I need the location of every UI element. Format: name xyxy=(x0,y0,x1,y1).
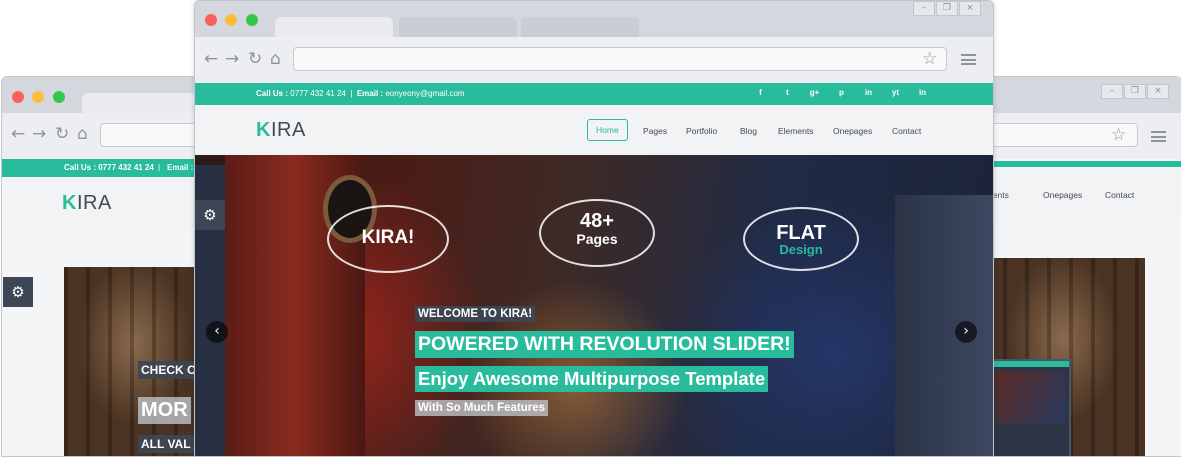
window-titlebar xyxy=(2,77,202,113)
slider-next-arrow[interactable]: › xyxy=(955,321,977,343)
caption-powered: POWERED WITH REVOLUTION SLIDER! xyxy=(415,331,794,358)
call-label: Call Us : xyxy=(256,89,289,98)
nav-onepages[interactable]: Onepages xyxy=(1043,190,1082,200)
tablet-mockup xyxy=(989,359,1071,456)
youtube-icon[interactable]: yt xyxy=(882,83,909,103)
star-icon[interactable]: ☆ xyxy=(1111,125,1126,145)
menu-icon[interactable] xyxy=(961,54,976,65)
forward-arrow-icon[interactable]: → xyxy=(225,49,239,69)
twitter-icon[interactable]: t xyxy=(774,83,801,103)
restore-button[interactable]: ❐ xyxy=(1124,84,1146,99)
minimize-dot[interactable] xyxy=(32,91,44,103)
caption-check: CHECK O xyxy=(138,361,200,379)
caption-welcome: WELCOME TO KIRA! xyxy=(415,306,536,322)
home-icon[interactable]: ⌂ xyxy=(77,124,88,144)
browser-window-right: – ❐ × ☆ ements Onepages Contact xyxy=(980,76,1181,457)
phone-number: 0777 432 41 24 xyxy=(290,89,346,98)
browser-tab-2[interactable] xyxy=(399,17,517,37)
email-address: eonyeony@gmail.com xyxy=(385,89,465,98)
minimize-button[interactable]: – xyxy=(1101,84,1123,99)
site-header: KIRA Home Pages Portfolio Blog Elements … xyxy=(195,105,993,155)
instagram-icon[interactable]: in xyxy=(855,83,882,103)
slider-prev-arrow[interactable]: ‹ xyxy=(206,321,228,343)
site-logo[interactable]: KIRA xyxy=(62,192,112,215)
caption-enjoy: Enjoy Awesome Multipurpose Template xyxy=(415,366,769,392)
google-plus-icon[interactable]: g+ xyxy=(801,83,828,103)
window-titlebar: – ❐ × xyxy=(195,1,993,37)
nav-blog[interactable]: Blog xyxy=(740,126,757,136)
close-button[interactable]: × xyxy=(959,1,981,16)
facebook-icon[interactable]: f xyxy=(747,83,774,103)
nav-contact[interactable]: Contact xyxy=(1105,190,1134,200)
settings-gear-icon[interactable]: ⚙ xyxy=(3,277,33,307)
browser-window-left: ← → ↻ ⌂ Call Us : 0777 432 41 24 | Email… xyxy=(1,76,203,457)
social-links: f t g+ p in yt in xyxy=(747,83,936,103)
maximize-dot[interactable] xyxy=(53,91,65,103)
slider-lockers xyxy=(895,195,993,456)
site-logo[interactable]: KIRA xyxy=(256,119,306,142)
back-arrow-icon[interactable]: ← xyxy=(11,124,25,144)
nav-elements[interactable]: Elements xyxy=(778,126,813,136)
nav-portfolio[interactable]: Portfolio xyxy=(686,126,717,136)
topbar-separator: | xyxy=(350,89,353,98)
site-header: ements Onepages Contact xyxy=(981,167,1181,219)
url-bar[interactable] xyxy=(293,47,947,71)
window-titlebar: – ❐ × xyxy=(981,77,1181,113)
call-text: Call Us : 0777 432 41 24 xyxy=(64,163,154,172)
topbar-separator: | xyxy=(158,163,161,172)
linkedin-icon[interactable]: in xyxy=(909,83,936,103)
star-icon[interactable]: ☆ xyxy=(922,49,937,69)
browser-tab-3[interactable] xyxy=(521,17,639,37)
home-icon[interactable]: ⌂ xyxy=(270,49,281,69)
hero-slider: ⚙ KIRA! 48+ Pages FLAT Design WELCOME TO… xyxy=(195,155,993,456)
toolbar: ← → ↻ ⌂ xyxy=(2,113,202,159)
contact-info: Call Us : 0777 432 41 24 | Email : eonye… xyxy=(256,83,465,105)
browser-tab-active[interactable] xyxy=(275,17,393,37)
restore-button[interactable]: ❐ xyxy=(936,1,958,16)
caption-all: ALL VAL xyxy=(138,435,194,453)
bubble-flat: FLAT Design xyxy=(743,207,859,271)
nav-home[interactable]: Home xyxy=(587,119,628,141)
bubble-pages: 48+ Pages xyxy=(539,199,655,267)
pinterest-icon[interactable]: p xyxy=(828,83,855,103)
maximize-dot[interactable] xyxy=(246,14,258,26)
site-header: KIRA xyxy=(2,177,202,229)
menu-icon[interactable] xyxy=(1151,131,1166,142)
settings-gear-icon[interactable]: ⚙ xyxy=(195,200,225,230)
forward-arrow-icon[interactable]: → xyxy=(32,124,46,144)
reload-icon[interactable]: ↻ xyxy=(55,124,69,144)
reload-icon[interactable]: ↻ xyxy=(248,49,262,69)
url-bar[interactable] xyxy=(100,123,202,147)
nav-pages[interactable]: Pages xyxy=(643,126,667,136)
browser-tab[interactable] xyxy=(82,93,202,113)
browser-window-main: – ❐ × ← → ↻ ⌂ ☆ Call Us : 0777 432 41 24… xyxy=(194,0,994,457)
caption-features: With So Much Features xyxy=(415,400,549,416)
site-topbar: Call Us : 0777 432 41 24 | Email : e xyxy=(2,159,202,177)
back-arrow-icon[interactable]: ← xyxy=(204,49,218,69)
nav-onepages[interactable]: Onepages xyxy=(833,126,872,136)
close-button[interactable]: × xyxy=(1147,84,1169,99)
email-label: Email : xyxy=(356,89,384,98)
nav-contact[interactable]: Contact xyxy=(892,126,921,136)
toolbar: ☆ xyxy=(981,113,1181,159)
close-dot[interactable] xyxy=(12,91,24,103)
minimize-dot[interactable] xyxy=(225,14,237,26)
close-dot[interactable] xyxy=(205,14,217,26)
caption-more: MOR xyxy=(138,397,191,424)
minimize-button[interactable]: – xyxy=(913,1,935,16)
site-topbar: Call Us : 0777 432 41 24 | Email : eonye… xyxy=(195,83,993,105)
toolbar: ← → ↻ ⌂ ☆ xyxy=(195,37,993,83)
bubble-kira: KIRA! xyxy=(327,205,449,273)
